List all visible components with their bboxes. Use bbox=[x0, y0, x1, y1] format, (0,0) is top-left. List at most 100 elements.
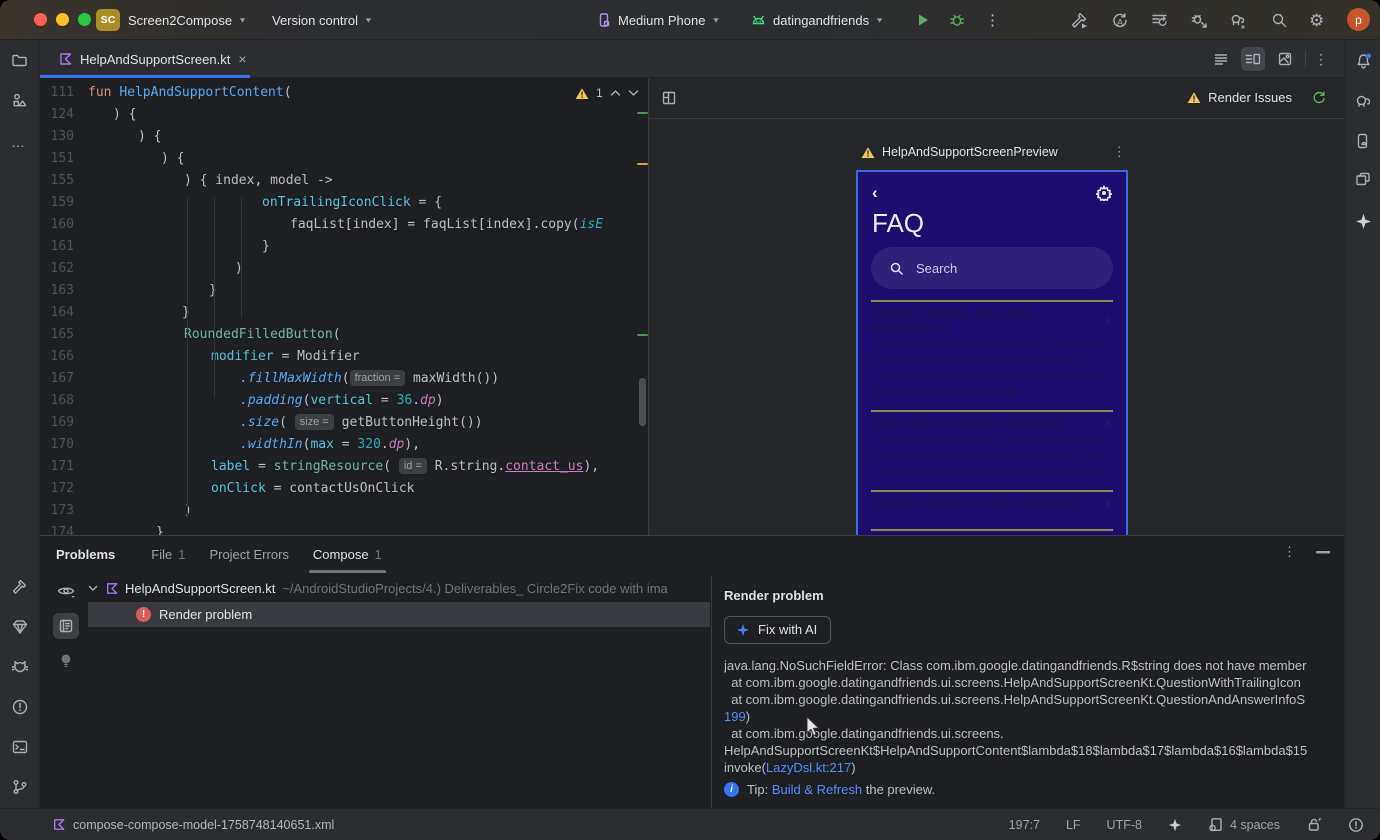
code-line[interactable]: 166 modifier = Modifier bbox=[40, 346, 648, 368]
search-everywhere-icon[interactable] bbox=[1270, 11, 1288, 29]
code-editor[interactable]: 111 fun HelpAndSupportContent(124) {130) … bbox=[40, 78, 648, 535]
tab-file[interactable]: File 1 bbox=[151, 536, 185, 573]
code-line[interactable]: 155) { index, model -> bbox=[40, 170, 648, 192]
code-line[interactable]: 151) { bbox=[40, 148, 648, 170]
fix-with-ai-button[interactable]: Fix with AI bbox=[724, 616, 832, 644]
tab-project-errors[interactable]: Project Errors bbox=[209, 536, 288, 573]
code-line[interactable]: 111 fun HelpAndSupportContent( bbox=[40, 82, 648, 104]
chevron-down-icon[interactable] bbox=[88, 585, 98, 592]
more-actions-menu[interactable]: ⋮ bbox=[985, 11, 1000, 29]
user-avatar[interactable]: p bbox=[1347, 8, 1370, 31]
render-issues-button[interactable]: Render Issues bbox=[1187, 90, 1326, 105]
ai-sparkle-icon[interactable] bbox=[1168, 818, 1182, 832]
faq-item[interactable]: Can I pause or delete my profile? ∧ Yes. I… bbox=[871, 409, 1113, 490]
run-button[interactable] bbox=[914, 11, 932, 29]
file-encoding[interactable]: UTF-8 bbox=[1107, 818, 1142, 832]
settings-gear-icon[interactable] bbox=[1096, 185, 1112, 201]
collapse-chevron-icon[interactable]: ∧ bbox=[1104, 316, 1111, 327]
render-problem-row[interactable]: ! Render problem bbox=[88, 602, 710, 627]
tip-text[interactable]: Tip: Build & Refresh the preview. bbox=[747, 782, 935, 797]
panel-options-menu[interactable]: ⋮ bbox=[1283, 544, 1296, 560]
running-devices-icon[interactable] bbox=[1354, 132, 1372, 150]
inspections-widget[interactable]: 1 bbox=[575, 86, 639, 100]
problems-tool-window-icon[interactable] bbox=[11, 698, 29, 716]
device-explorer-icon[interactable] bbox=[1354, 170, 1372, 188]
show-details-icon[interactable] bbox=[53, 613, 79, 639]
code-line[interactable]: 130) { bbox=[40, 126, 648, 148]
window-minimize-button[interactable] bbox=[56, 13, 69, 26]
line-separator[interactable]: LF bbox=[1066, 818, 1081, 832]
code-line[interactable]: 162) bbox=[40, 258, 648, 280]
code-line[interactable]: 161} bbox=[40, 236, 648, 258]
code-line[interactable]: 165 RoundedFilledButton( bbox=[40, 324, 648, 346]
faq-search-field[interactable]: Search bbox=[871, 247, 1113, 289]
apply-code-changes-icon[interactable]: A bbox=[1110, 11, 1129, 30]
window-zoom-button[interactable] bbox=[78, 13, 91, 26]
indent-config[interactable]: 4 spaces bbox=[1208, 817, 1280, 832]
attach-debugger-icon[interactable] bbox=[1190, 11, 1209, 30]
recent-changes-icon[interactable] bbox=[1150, 11, 1169, 30]
project-menu[interactable]: Screen2Compose ▼ bbox=[128, 0, 247, 40]
code-line[interactable]: 173) bbox=[40, 500, 648, 522]
faq-item[interactable]: How do I change my profile information? ∧… bbox=[871, 300, 1113, 410]
lightbulb-icon[interactable] bbox=[53, 648, 79, 674]
code-line[interactable]: 164} bbox=[40, 302, 648, 324]
logcat-icon[interactable] bbox=[11, 658, 29, 676]
editor-tab[interactable]: HelpAndSupportScreen.kt × bbox=[48, 40, 257, 78]
event-log-icon[interactable] bbox=[1348, 817, 1364, 833]
code-line[interactable]: 167 .fillMaxWidth(fraction = maxWidth()) bbox=[40, 368, 648, 390]
debug-button[interactable] bbox=[948, 11, 966, 29]
next-issue-icon[interactable] bbox=[628, 89, 639, 97]
phone-preview-frame[interactable]: ‹ FAQ Search How do I change my profile … bbox=[856, 170, 1128, 535]
code-line[interactable]: 174} bbox=[40, 522, 648, 535]
hide-panel-icon[interactable] bbox=[1316, 550, 1330, 554]
editor-options-menu[interactable]: ⋮ bbox=[1314, 51, 1328, 68]
build-run-icon[interactable] bbox=[1070, 11, 1089, 30]
run-configuration-selector[interactable]: datingandfriends ▼ bbox=[750, 0, 884, 40]
terminal-icon[interactable] bbox=[11, 738, 29, 756]
panel-title[interactable]: Problems bbox=[56, 547, 115, 562]
problems-file-row[interactable]: HelpAndSupportScreen.kt ~/AndroidStudioP… bbox=[88, 576, 710, 600]
code-line[interactable]: 159 onTrailingIconClick = { bbox=[40, 192, 648, 214]
status-current-file[interactable]: compose-compose-model-1758748140651.xml bbox=[52, 818, 334, 832]
preview-options-menu[interactable]: ⋮ bbox=[1113, 144, 1126, 160]
code-line[interactable]: 168 .padding(vertical = 36.dp) bbox=[40, 390, 648, 412]
more-tool-windows-icon[interactable]: … bbox=[11, 134, 26, 150]
code-line[interactable]: 163} bbox=[40, 280, 648, 302]
prev-issue-icon[interactable] bbox=[610, 89, 621, 97]
notifications-bell-icon[interactable] bbox=[1354, 52, 1373, 71]
resource-manager-icon[interactable] bbox=[11, 92, 28, 109]
code-line[interactable]: 124) { bbox=[40, 104, 648, 126]
app-quality-insights-icon[interactable] bbox=[11, 618, 29, 636]
code-line[interactable]: 170 .widthIn(max = 320.dp), bbox=[40, 434, 648, 456]
build-tool-window-icon[interactable] bbox=[11, 578, 29, 596]
design-view-icon[interactable] bbox=[1273, 47, 1297, 71]
preview-layout-grid-icon[interactable] bbox=[661, 90, 678, 107]
code-line[interactable]: 169 .size( size = getButtonHeight()) bbox=[40, 412, 648, 434]
gradle-elephant-icon[interactable] bbox=[1354, 92, 1373, 110]
editor-scrollbar-thumb[interactable] bbox=[639, 378, 646, 426]
code-line[interactable]: 171 label = stringResource( id = R.string… bbox=[40, 456, 648, 478]
back-chevron-icon[interactable]: ‹ bbox=[872, 183, 878, 203]
gradle-sync-icon[interactable] bbox=[1229, 11, 1249, 30]
unlock-icon[interactable] bbox=[1306, 817, 1322, 832]
code-view-icon[interactable] bbox=[1209, 47, 1233, 71]
settings-gear-icon[interactable]: ⚙ bbox=[1309, 11, 1324, 31]
gemini-sparkle-icon[interactable] bbox=[1354, 212, 1373, 231]
vcs-menu[interactable]: Version control ▼ bbox=[272, 0, 373, 40]
tab-compose[interactable]: Compose 1 bbox=[308, 536, 386, 573]
faq-item[interactable]: How do I block or report someone? ∨ bbox=[871, 489, 1113, 529]
refresh-preview-icon[interactable] bbox=[1311, 90, 1326, 105]
window-close-button[interactable] bbox=[34, 13, 47, 26]
code-line[interactable]: 172 onClick = contactUsOnClick bbox=[40, 478, 648, 500]
collapse-chevron-icon[interactable]: ∧ bbox=[1104, 418, 1111, 429]
code-line[interactable]: 160 faqList[index] = faqList[index].copy(… bbox=[40, 214, 648, 236]
project-folder-icon[interactable] bbox=[11, 52, 28, 69]
caret-position[interactable]: 197:7 bbox=[1009, 818, 1040, 832]
split-view-icon[interactable] bbox=[1241, 47, 1265, 71]
expand-chevron-icon[interactable]: ∨ bbox=[1104, 498, 1111, 509]
preview-eye-icon[interactable] bbox=[53, 578, 79, 604]
git-branch-icon[interactable] bbox=[11, 778, 29, 796]
close-tab-icon[interactable]: × bbox=[238, 51, 246, 67]
device-selector[interactable]: Medium Phone ▼ bbox=[596, 0, 720, 40]
